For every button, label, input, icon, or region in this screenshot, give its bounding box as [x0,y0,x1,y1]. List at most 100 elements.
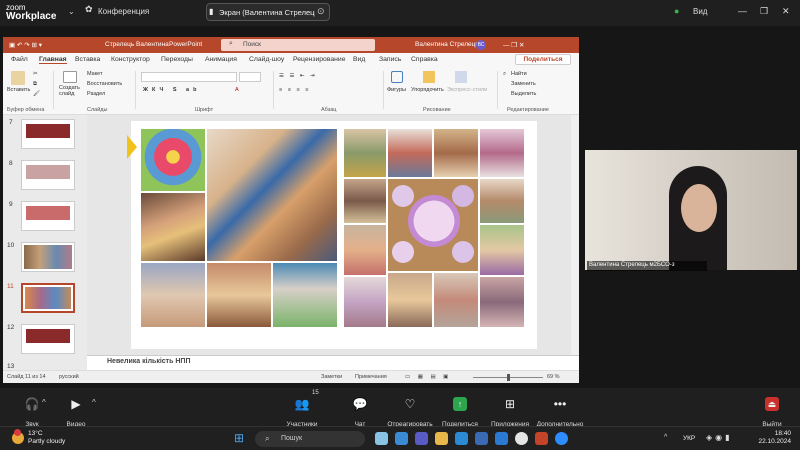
current-slide[interactable] [127,121,537,349]
leave-button[interactable]: ⏏ Выйти [744,388,800,428]
zoom-level[interactable]: 69 % [547,374,560,380]
paste-button[interactable]: Вставить [7,87,30,93]
slide-thumbnail-7[interactable] [21,119,75,149]
ppt-user-name[interactable]: Валентина Стрелець [415,41,479,48]
font-size-select[interactable] [239,72,261,82]
slide-number: 9 [9,201,13,208]
ppt-share-button[interactable]: Поделиться [515,54,571,65]
format-painter-icon[interactable]: 🖌 [33,91,40,97]
replace-button[interactable]: Заменить [511,81,536,87]
layout-button[interactable]: Макет [87,71,103,77]
slide-thumbnail-9[interactable] [21,201,75,231]
tab-transitions[interactable]: Переходы [161,56,193,63]
more-button[interactable]: ••• Дополнительно [530,388,590,428]
participants-button[interactable]: 👥 Участники [272,388,332,428]
teams-icon[interactable] [415,432,428,445]
powerpoint-icon[interactable] [535,432,548,445]
new-slide-icon[interactable] [63,71,77,83]
file-explorer-icon[interactable] [435,432,448,445]
slide-thumbnail-8[interactable] [21,160,75,190]
editing-group-label: Редактирование [507,107,549,113]
network-volume-icon[interactable]: ◈◉▮ [706,433,733,442]
align-icon[interactable]: ≡ ≡ ≡ ≡ [279,87,310,93]
tab-animation[interactable]: Анимация [205,56,237,63]
paste-icon[interactable] [11,71,25,85]
tab-insert[interactable]: Вставка [75,56,100,63]
video-button[interactable]: ▶ Видео [46,388,106,428]
conference-menu[interactable]: Конференция [98,7,149,16]
font-format-icon[interactable]: ЖКЧ S ab [143,87,200,93]
ppt-search-input[interactable]: ⌕ Поиск [221,39,375,51]
windows-start-icon[interactable]: ⊞ [234,432,247,445]
leave-icon: ⏏ [765,397,779,411]
participant-video[interactable] [585,150,797,270]
font-color-icon[interactable]: A [235,87,239,93]
autosave-icon[interactable]: ▣ ↶ ↷ ⊞ ▾ [9,41,42,49]
view-menu[interactable]: Вид [693,7,707,16]
tab-help[interactable]: Справка [411,56,438,63]
system-clock[interactable]: 18:40 22.10.2024 [743,430,791,446]
word-icon[interactable] [495,432,508,445]
select-button[interactable]: Выделить [511,91,536,97]
minimize-icon[interactable]: — [738,6,747,16]
screen-share-indicator[interactable]: Экран (Валентина Стрелець м2 ▮ ⊙ [206,3,330,21]
language-indicator[interactable]: русский [59,374,79,380]
search-placeholder: Пошук [281,435,303,442]
share-screen-icon: ↑ [453,397,467,411]
slide-thumbnail-11[interactable] [21,283,75,313]
close-icon[interactable]: ✕ [782,6,790,17]
vertical-scrollbar[interactable] [571,115,579,355]
window-controls-icon[interactable]: — ❐ ✕ [503,41,524,49]
notes-toggle[interactable]: Заметки [321,374,342,380]
find-button[interactable]: Найти [511,71,527,77]
taskbar-search-input[interactable]: ⌕ Пошук [255,431,365,447]
tab-slideshow[interactable]: Слайд-шоу [249,56,284,63]
list-icon[interactable]: ☰ ☰ ⇤ ⇥ [279,73,317,79]
zoom-logo: zoom Workplace [6,3,56,22]
photo-child-12 [480,277,524,327]
slide-thumbnails-panel: 7 8 9 10 11 12 13 [3,115,87,370]
reset-button[interactable]: Восстановить [87,81,122,87]
chevron-up-icon[interactable]: ^ [92,398,96,407]
slide-thumbnail-12[interactable] [21,324,75,354]
tab-design[interactable]: Конструктор [111,56,150,63]
slide-number: 8 [9,160,13,167]
tray-chevron-icon[interactable]: ^ [664,434,667,441]
language-indicator[interactable]: УКР [683,435,695,442]
avatar[interactable]: ВС [476,40,486,50]
arrange-icon[interactable] [423,71,435,83]
slide-thumbnail-10[interactable] [21,242,75,272]
font-name-select[interactable] [141,72,237,82]
quick-styles-button[interactable]: Экспресс-стили [447,87,487,93]
tab-review[interactable]: Рецензирование [293,56,345,63]
comments-toggle[interactable]: Примечания [355,374,387,380]
shapes-icon[interactable] [391,71,403,83]
notes-pane[interactable]: Невелика кількість НПП [87,355,579,369]
quick-styles-icon[interactable] [455,71,467,83]
tab-view[interactable]: Вид [353,56,365,63]
edge-icon[interactable] [455,432,468,445]
store-icon[interactable] [475,432,488,445]
tab-home[interactable]: Главная [39,56,67,64]
tab-file[interactable]: Файл [11,56,28,63]
notes-text: Невелика кількість НПП [107,358,191,365]
chevron-down-icon[interactable]: ⌄ [68,7,75,16]
shapes-button[interactable]: Фигуры [387,87,406,93]
chrome-icon[interactable] [515,432,528,445]
view-mode-icon[interactable]: ▭ ▦ ▤ ▣ [405,374,451,380]
tab-record[interactable]: Запись [379,56,401,63]
task-view-icon[interactable] [375,432,388,445]
zoom-app-icon[interactable] [555,432,568,445]
find-icon: ⌕ [503,71,507,77]
zoom-slider-thumb[interactable] [507,374,510,381]
section-button[interactable]: Раздел [87,91,105,97]
arrange-button[interactable]: Упорядочить [411,87,444,93]
ppt-status-bar: Слайд 11 из 14 русский Заметки Примечани… [3,370,579,383]
copilot-icon[interactable] [395,432,408,445]
title-separator: · [161,41,164,48]
cut-icon[interactable]: ✂ [33,71,38,77]
new-slide-button[interactable]: Создать слайд [59,85,89,97]
copy-icon[interactable]: ⧉ [33,81,37,88]
more-dots-icon[interactable]: ⊙ [317,6,327,17]
restore-icon[interactable]: ❐ [760,6,768,17]
